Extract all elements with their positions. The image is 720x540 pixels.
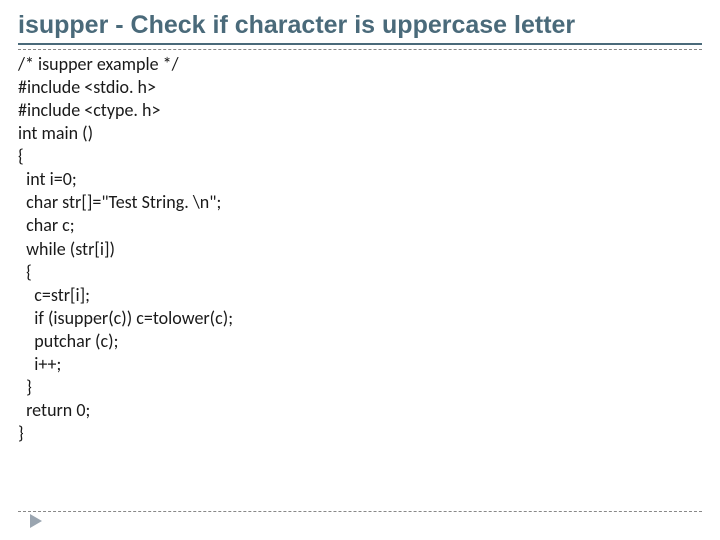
divider-dashed-bottom [18,511,702,512]
code-example: /* isupper example */ #include <stdio. h… [18,53,702,445]
slide-container: isupper - Check if character is uppercas… [0,0,720,540]
bottom-area [18,511,702,512]
arrow-right-icon [30,514,42,528]
slide-title: isupper - Check if character is uppercas… [18,10,702,45]
divider-dashed-top [18,49,702,50]
